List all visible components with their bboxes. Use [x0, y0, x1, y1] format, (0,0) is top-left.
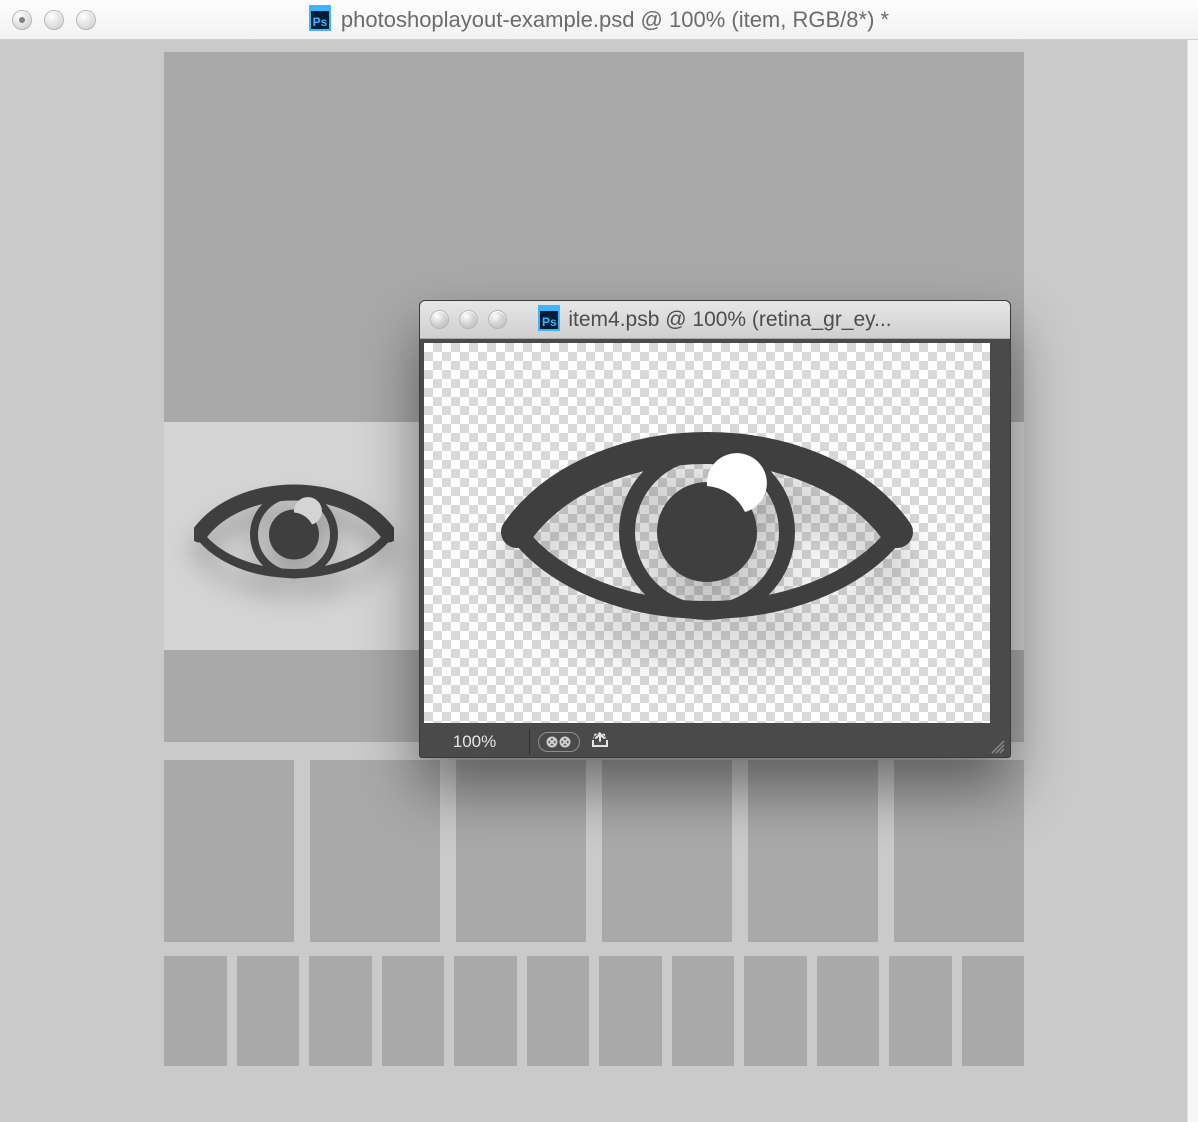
layout-thumb — [602, 760, 732, 942]
close-button[interactable] — [12, 10, 32, 30]
zoom-level[interactable]: 100% — [420, 729, 530, 755]
layout-thumb-small — [309, 956, 372, 1066]
layout-thumb — [164, 760, 294, 942]
layout-thumb-small — [599, 956, 662, 1066]
photoshop-file-icon: Ps — [309, 9, 331, 31]
layout-thumb-small — [382, 956, 445, 1066]
zoom-button[interactable] — [488, 310, 507, 329]
share-icon[interactable] — [586, 731, 616, 754]
layout-thumb-small — [962, 956, 1025, 1066]
layout-gap — [164, 942, 1024, 956]
layout-thumbs-row — [164, 760, 1024, 942]
transparent-canvas[interactable] — [424, 343, 1006, 723]
close-button[interactable] — [430, 310, 449, 329]
layout-thumb-small — [164, 956, 227, 1066]
resize-grip-icon[interactable] — [990, 739, 1006, 755]
traffic-lights — [0, 10, 108, 30]
layout-thumb-small — [744, 956, 807, 1066]
layout-small-thumbs-row — [164, 956, 1024, 1066]
layout-thumb — [456, 760, 586, 942]
float-status-bar: 100% — [420, 727, 1010, 757]
layout-thumb-small — [454, 956, 517, 1066]
zoom-button[interactable] — [76, 10, 96, 30]
layout-thumb — [310, 760, 440, 942]
layout-thumb — [748, 760, 878, 942]
eye-icon — [194, 475, 394, 598]
float-window-titlebar[interactable]: Ps item4.psb @ 100% (retina_gr_ey... — [420, 301, 1010, 339]
layout-thumb-small — [889, 956, 952, 1066]
layout-thumb-small — [237, 956, 300, 1066]
minimize-button[interactable] — [459, 310, 478, 329]
main-window-title: photoshoplayout-example.psd @ 100% (item… — [341, 7, 889, 33]
floating-document-window[interactable]: Ps item4.psb @ 100% (retina_gr_ey... 100… — [419, 300, 1011, 758]
layout-thumb-small — [527, 956, 590, 1066]
float-window-body — [420, 339, 1010, 727]
layout-thumb-small — [672, 956, 735, 1066]
layout-thumb-small — [817, 956, 880, 1066]
document-info-button[interactable] — [538, 732, 580, 752]
eye-icon — [497, 412, 917, 655]
main-window-titlebar: Ps photoshoplayout-example.psd @ 100% (i… — [0, 0, 1198, 40]
minimize-button[interactable] — [44, 10, 64, 30]
traffic-lights — [420, 310, 517, 329]
photoshop-file-icon: Ps — [538, 309, 560, 331]
float-window-title: item4.psb @ 100% (retina_gr_ey... — [568, 308, 891, 332]
layout-thumb — [894, 760, 1024, 942]
